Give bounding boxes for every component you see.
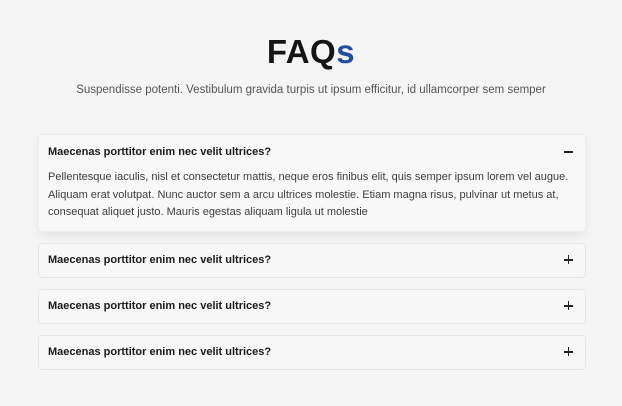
plus-icon[interactable] bbox=[562, 345, 576, 359]
faq-list: Maecenas porttitor enim nec velit ultric… bbox=[38, 134, 586, 381]
plus-icon[interactable] bbox=[562, 299, 576, 313]
faq-question-toggle[interactable]: Maecenas porttitor enim nec velit ultric… bbox=[39, 135, 585, 169]
faq-answer: Pellentesque iaculis, nisl et consectetu… bbox=[48, 171, 569, 218]
faq-page: FAQs Suspendisse potenti. Vestibulum gra… bbox=[0, 0, 622, 406]
faq-question: Maecenas porttitor enim nec velit ultric… bbox=[48, 146, 272, 158]
faq-question-toggle[interactable]: Maecenas porttitor enim nec velit ultric… bbox=[39, 290, 585, 323]
page-title: FAQs bbox=[0, 32, 622, 72]
page-title-accent: s bbox=[336, 33, 356, 70]
faq-item: Maecenas porttitor enim nec velit ultric… bbox=[38, 334, 586, 370]
faq-question: Maecenas porttitor enim nec velit ultric… bbox=[48, 346, 272, 358]
faq-question-toggle[interactable]: Maecenas porttitor enim nec velit ultric… bbox=[39, 336, 585, 369]
page-subtitle: Suspendisse potenti. Vestibulum gravida … bbox=[76, 84, 546, 96]
faq-question: Maecenas porttitor enim nec velit ultric… bbox=[48, 300, 272, 312]
faq-question: Maecenas porttitor enim nec velit ultric… bbox=[48, 254, 272, 266]
faq-item: Maecenas porttitor enim nec velit ultric… bbox=[38, 242, 586, 278]
faq-item: Maecenas porttitor enim nec velit ultric… bbox=[38, 134, 586, 232]
plus-icon[interactable] bbox=[562, 253, 576, 267]
faq-item: Maecenas porttitor enim nec velit ultric… bbox=[38, 288, 586, 324]
faq-question-toggle[interactable]: Maecenas porttitor enim nec velit ultric… bbox=[39, 244, 585, 277]
minus-icon[interactable] bbox=[562, 145, 576, 159]
page-title-main: FAQ bbox=[266, 33, 337, 70]
